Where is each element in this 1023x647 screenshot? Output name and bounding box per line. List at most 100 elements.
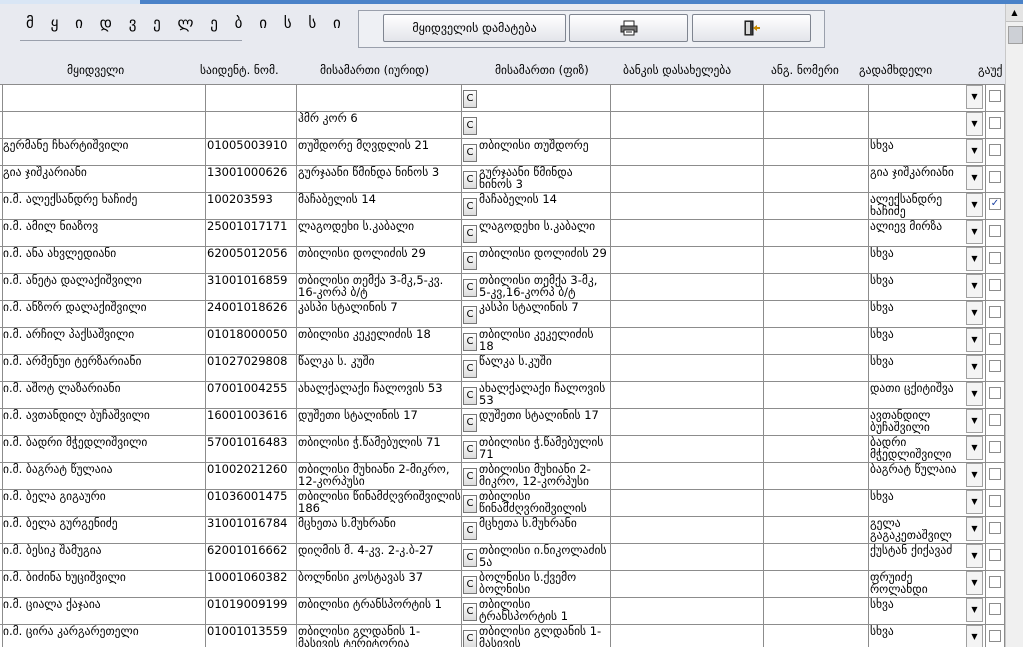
payer-dropdown-arrow-icon[interactable]: ▼: [966, 166, 983, 190]
cell-physical-address[interactable]: კასპი სტალინის 7: [479, 300, 609, 327]
cell-payer[interactable]: ფრუიძე როლანდი: [870, 570, 965, 597]
cell-physical-address[interactable]: მცხეთა ს.მუხრანი: [479, 516, 609, 543]
cell-account[interactable]: [765, 516, 867, 543]
cell-bank[interactable]: [612, 624, 762, 647]
cell-payer[interactable]: [870, 111, 965, 138]
cell-id[interactable]: 31001016859: [207, 273, 295, 300]
add-buyer-button[interactable]: მყიდველის დამატება: [383, 14, 566, 42]
cell-id[interactable]: 01018000050: [207, 327, 295, 354]
table-row[interactable]: ი.მ. ციალა ქაჯაია 01019009199 თბილისი ტრან…: [0, 597, 1005, 625]
cell-physical-address[interactable]: თბილისი დოლიძის 29: [479, 246, 609, 273]
cell-legal-address[interactable]: ბოლნისი კოსტავას 37: [298, 570, 461, 597]
payer-dropdown-arrow-icon[interactable]: ▼: [966, 85, 983, 109]
cancel-checkbox[interactable]: [989, 225, 1001, 237]
payer-dropdown-arrow-icon[interactable]: ▼: [966, 274, 983, 298]
cell-payer[interactable]: ალექსანდრე ხაჩიძე: [870, 192, 965, 219]
cell-payer[interactable]: სხვა: [870, 327, 965, 354]
cell-bank[interactable]: [612, 381, 762, 408]
cell-physical-address[interactable]: წალკა ს.კუში: [479, 354, 609, 381]
table-row[interactable]: გია ჯიშკარიანი 13001000626 გურჯაანი წმინდა…: [0, 165, 1005, 193]
cell-account[interactable]: [765, 408, 867, 435]
cell-legal-address[interactable]: თუშდორე მღვდლის 21: [298, 138, 461, 165]
cell-legal-address[interactable]: თბილისი გლდანის 1-მასივის ტერიტორია: [298, 624, 461, 647]
copy-address-button[interactable]: C: [463, 333, 477, 351]
cell-id[interactable]: 01005003910: [207, 138, 295, 165]
cell-account[interactable]: [765, 219, 867, 246]
cell-account[interactable]: [765, 597, 867, 624]
cell-account[interactable]: [765, 327, 867, 354]
cell-id[interactable]: 62005012056: [207, 246, 295, 273]
cell-bank[interactable]: [612, 84, 762, 111]
cell-account[interactable]: [765, 570, 867, 597]
cancel-checkbox[interactable]: [989, 522, 1001, 534]
cell-physical-address[interactable]: [479, 111, 609, 138]
cell-bank[interactable]: [612, 165, 762, 192]
cell-payer[interactable]: დათი ცქიტიშვა: [870, 381, 965, 408]
payer-dropdown-arrow-icon[interactable]: ▼: [966, 490, 983, 514]
cell-bank[interactable]: [612, 408, 762, 435]
copy-address-button[interactable]: C: [463, 90, 477, 108]
table-row[interactable]: ი.მ. ანა ახვლედიანი 62005012056 თბილისი დო…: [0, 246, 1005, 274]
cell-bank[interactable]: [612, 597, 762, 624]
payer-dropdown-arrow-icon[interactable]: ▼: [966, 436, 983, 460]
cancel-checkbox[interactable]: ✓: [989, 198, 1001, 210]
cell-payer[interactable]: ქუსტან ქიქავაძ: [870, 543, 965, 570]
cell-id[interactable]: 100203593: [207, 192, 295, 219]
cell-legal-address[interactable]: მაჩაბელის 14: [298, 192, 461, 219]
cell-legal-address[interactable]: თბილისი წინამძღვრიშვილის 186: [298, 489, 461, 516]
copy-address-button[interactable]: C: [463, 279, 477, 297]
copy-address-button[interactable]: C: [463, 306, 477, 324]
cell-payer[interactable]: სხვა: [870, 138, 965, 165]
payer-dropdown-arrow-icon[interactable]: ▼: [966, 301, 983, 325]
cell-payer[interactable]: ალიევ მირზა: [870, 219, 965, 246]
payer-dropdown-arrow-icon[interactable]: ▼: [966, 598, 983, 622]
cell-bank[interactable]: [612, 462, 762, 489]
table-row[interactable]: ი.მ. ცირა კარგარეთელი 01001013559 თბილისი …: [0, 624, 1005, 647]
cell-payer[interactable]: გია ჯიშკარიანი: [870, 165, 965, 192]
cell-id[interactable]: 62001016662: [207, 543, 295, 570]
cell-physical-address[interactable]: ბოლნისი ს.ქვემო ბოლნისი: [479, 570, 609, 597]
table-row[interactable]: ი.მ. არმენუი ტერზარიანი 01027029808 წალკა …: [0, 354, 1005, 382]
payer-dropdown-arrow-icon[interactable]: ▼: [966, 409, 983, 433]
cell-account[interactable]: [765, 84, 867, 111]
cell-payer[interactable]: სხვა: [870, 597, 965, 624]
cancel-checkbox[interactable]: [989, 468, 1001, 480]
payer-dropdown-arrow-icon[interactable]: ▼: [966, 247, 983, 271]
cell-legal-address[interactable]: თბილისი ჭ.წამებულის 71: [298, 435, 461, 462]
table-row[interactable]: გერმანე ჩხარტიშვილი 01005003910 თუშდორე მღ…: [0, 138, 1005, 166]
cancel-checkbox[interactable]: [989, 414, 1001, 426]
cell-account[interactable]: [765, 435, 867, 462]
cell-account[interactable]: [765, 624, 867, 647]
cell-id[interactable]: 13001000626: [207, 165, 295, 192]
cell-physical-address[interactable]: გურჯაანი წმინდა ნინოს 3: [479, 165, 609, 192]
cancel-checkbox[interactable]: [989, 90, 1001, 102]
cell-id[interactable]: 16001003616: [207, 408, 295, 435]
cell-physical-address[interactable]: მაჩაბელის 14: [479, 192, 609, 219]
copy-address-button[interactable]: C: [463, 495, 477, 513]
cancel-checkbox[interactable]: [989, 630, 1001, 642]
cancel-checkbox[interactable]: [989, 171, 1001, 183]
cell-legal-address[interactable]: დუშეთი სტალინის 17: [298, 408, 461, 435]
table-row[interactable]: ი.მ. ანზორ დალაქიშვილი 24001018626 კასპი ს…: [0, 300, 1005, 328]
table-row[interactable]: C ▼: [0, 84, 1005, 112]
exit-button[interactable]: [692, 14, 811, 42]
cell-account[interactable]: [765, 192, 867, 219]
copy-address-button[interactable]: C: [463, 198, 477, 216]
table-row[interactable]: ი.მ. ბესიკ შამუგია 62001016662 დიღმის მ. 4…: [0, 543, 1005, 571]
cell-id[interactable]: 57001016483: [207, 435, 295, 462]
table-row[interactable]: ი.მ. ამილ ნიაზოვ 25001017171 ლაგოდეხი ს.კა…: [0, 219, 1005, 247]
copy-address-button[interactable]: C: [463, 468, 477, 486]
cell-legal-address[interactable]: თბილისი ტრანსპორტის 1: [298, 597, 461, 624]
cell-bank[interactable]: [612, 327, 762, 354]
cell-buyer[interactable]: ი.მ. ბაგრატ წულაია: [3, 462, 203, 489]
payer-dropdown-arrow-icon[interactable]: ▼: [966, 571, 983, 595]
copy-address-button[interactable]: C: [463, 549, 477, 567]
payer-dropdown-arrow-icon[interactable]: ▼: [966, 328, 983, 352]
cell-physical-address[interactable]: თბილისი გლდანის 1-მასივის: [479, 624, 609, 647]
payer-dropdown-arrow-icon[interactable]: ▼: [966, 220, 983, 244]
cell-account[interactable]: [765, 354, 867, 381]
copy-address-button[interactable]: C: [463, 630, 477, 647]
cell-id[interactable]: 24001018626: [207, 300, 295, 327]
cell-id[interactable]: 01001013559: [207, 624, 295, 647]
cell-account[interactable]: [765, 381, 867, 408]
